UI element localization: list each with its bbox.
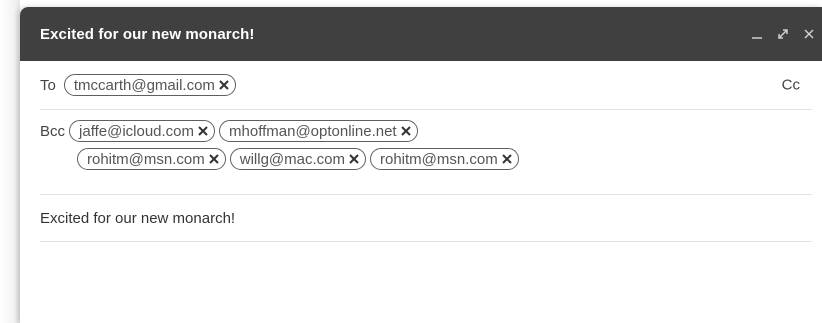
- cc-link[interactable]: Cc: [782, 77, 800, 94]
- to-label: To: [40, 76, 56, 94]
- bcc-row[interactable]: Bcc jaffe@icloud.com mhoffman@optonline.…: [40, 110, 812, 195]
- recipient-chip[interactable]: jaffe@icloud.com: [69, 120, 216, 142]
- remove-recipient-icon[interactable]: [399, 124, 413, 138]
- remove-recipient-icon[interactable]: [500, 152, 514, 166]
- recipient-chip[interactable]: mhoffman@optonline.net: [219, 120, 418, 142]
- remove-recipient-icon[interactable]: [217, 78, 231, 92]
- recipient-address: tmccarth@gmail.com: [73, 76, 215, 94]
- subject-field[interactable]: Excited for our new monarch!: [40, 195, 812, 242]
- recipient-chip[interactable]: tmccarth@gmail.com: [63, 74, 236, 96]
- remove-recipient-icon[interactable]: [347, 152, 361, 166]
- subject-value: Excited for our new monarch!: [40, 209, 236, 227]
- bcc-label: Bcc: [40, 122, 66, 140]
- recipient-address: rohitm@msn.com: [380, 150, 498, 168]
- recipient-chip[interactable]: willg@mac.com: [229, 148, 366, 170]
- compose-title: Excited for our new monarch!: [40, 25, 255, 43]
- remove-recipient-icon[interactable]: [207, 152, 221, 166]
- message-body[interactable]: [40, 242, 812, 312]
- recipient-chip[interactable]: rohitm@msn.com: [370, 148, 519, 170]
- compose-window: Excited for our new monarch! To tmccarth…: [20, 7, 822, 323]
- recipient-address: mhoffman@optonline.net: [229, 122, 397, 140]
- recipient-address: rohitm@msn.com: [87, 150, 205, 168]
- remove-recipient-icon[interactable]: [196, 124, 210, 138]
- compose-titlebar[interactable]: Excited for our new monarch!: [20, 7, 822, 61]
- minimize-icon[interactable]: [750, 27, 764, 41]
- recipient-chip[interactable]: rohitm@msn.com: [77, 148, 226, 170]
- bcc-line-2: rohitm@msn.com willg@mac.com rohitm@msn.…: [40, 145, 812, 173]
- recipient-address: jaffe@icloud.com: [79, 122, 195, 140]
- recipient-address: willg@mac.com: [239, 150, 345, 168]
- window-controls: [750, 27, 822, 41]
- bcc-line-1: Bcc jaffe@icloud.com mhoffman@optonline.…: [40, 117, 812, 145]
- to-row[interactable]: To tmccarth@gmail.com Cc: [40, 61, 812, 110]
- close-icon[interactable]: [802, 27, 816, 41]
- background-page-edge: [0, 0, 20, 323]
- expand-icon[interactable]: [776, 27, 790, 41]
- screen: Excited for our new monarch! To tmccarth…: [0, 0, 822, 323]
